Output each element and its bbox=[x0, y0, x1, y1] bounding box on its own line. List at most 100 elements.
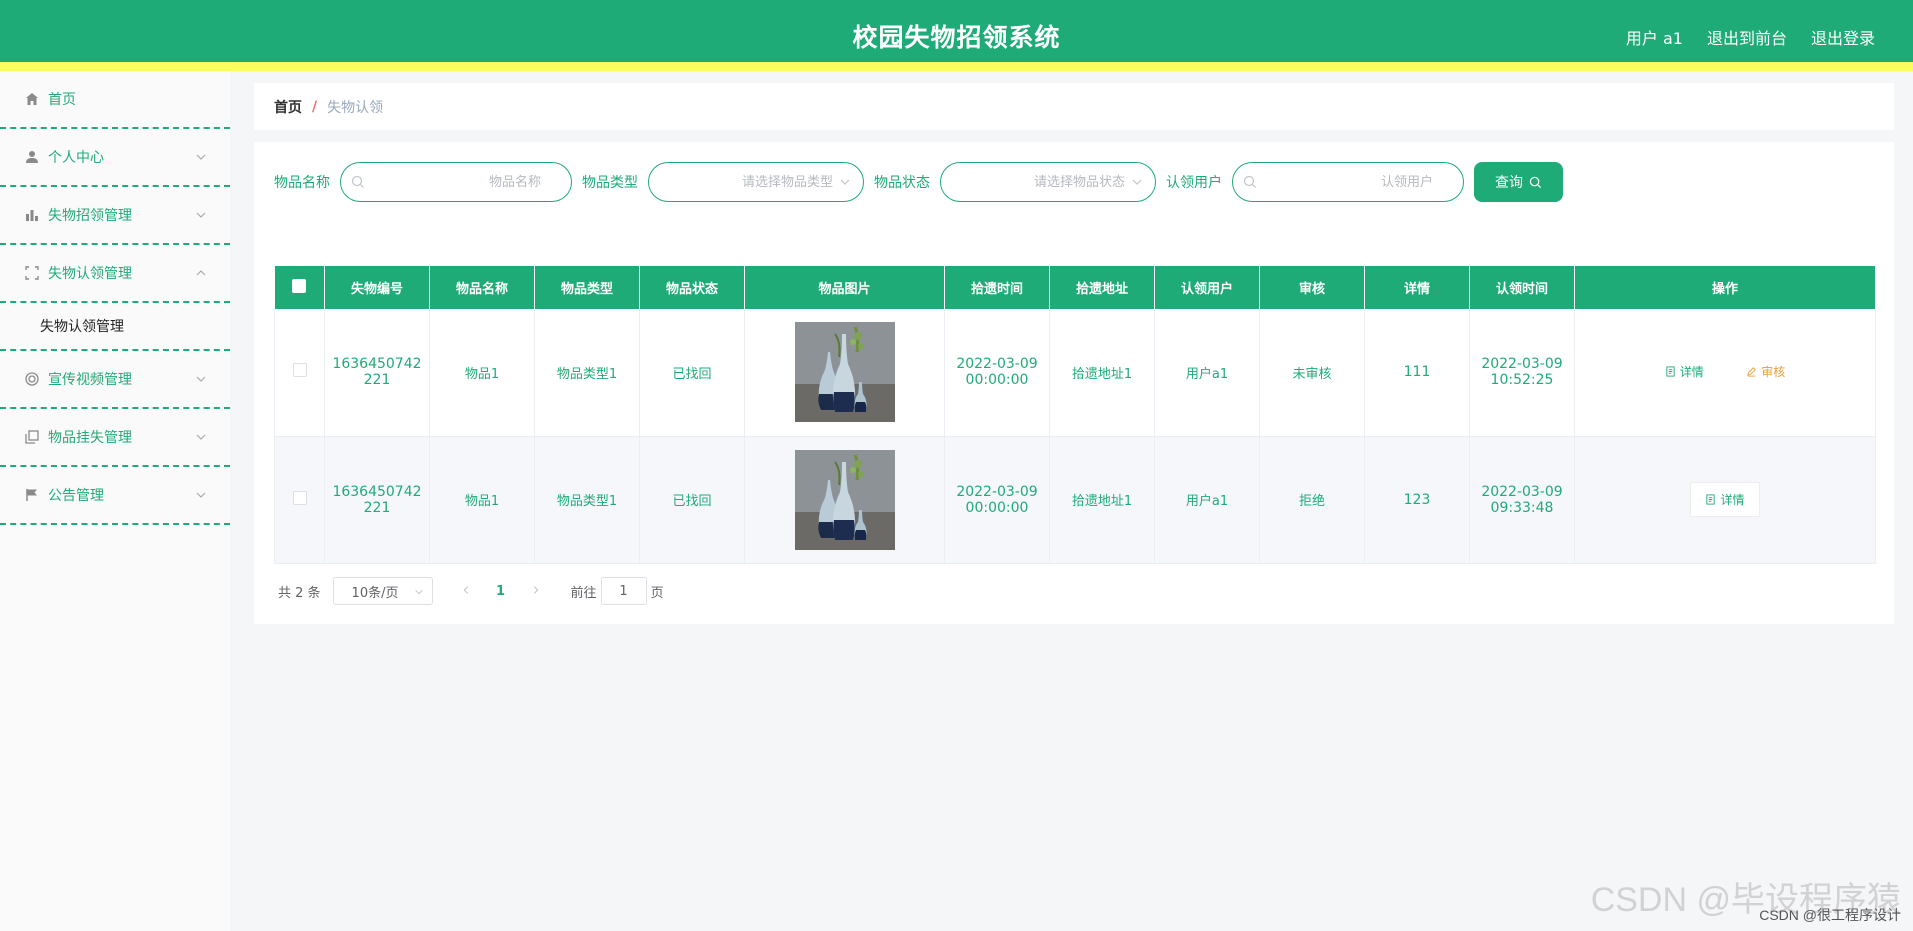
column-header[interactable]: 物品类型 bbox=[534, 266, 640, 309]
pick-date: 2022-03-09 bbox=[956, 356, 1038, 373]
search-icon bbox=[1529, 176, 1542, 188]
column-header[interactable]: 拾遗时间 bbox=[944, 266, 1050, 309]
chevron-down-icon bbox=[196, 434, 206, 440]
detail-cell: 123 bbox=[1364, 436, 1470, 564]
review-cell: 未审核 bbox=[1259, 309, 1365, 437]
claim-date: 2022-03-09 bbox=[1481, 483, 1563, 500]
sidebar-item-label: 公告管理 bbox=[48, 488, 104, 504]
sidebar-item-home[interactable]: 首页 bbox=[0, 71, 230, 129]
image-cell bbox=[744, 309, 945, 437]
page-unit-label: 页 bbox=[650, 585, 664, 601]
user-icon bbox=[24, 149, 40, 165]
column-header[interactable]: 物品图片 bbox=[744, 266, 945, 309]
column-header[interactable]: 认领时间 bbox=[1469, 266, 1575, 309]
page-size-value: 10条/页 bbox=[351, 585, 399, 601]
row-select-cell bbox=[274, 309, 325, 437]
back-to-front-link[interactable]: 退出到前台 bbox=[1707, 25, 1787, 49]
video-icon bbox=[24, 371, 40, 387]
status-cell: 已找回 bbox=[639, 309, 745, 437]
pagination: 共 2 条 10条/页 1 前往 页 bbox=[278, 576, 664, 606]
item-status-label: 物品状态 bbox=[874, 175, 930, 191]
detail-button-label: 详情 bbox=[1679, 365, 1704, 380]
next-page-button[interactable] bbox=[521, 584, 551, 599]
claim-table: 失物编号 物品名称 物品类型 物品状态 物品图片 拾遗时间 拾遗地址 认领用户 … bbox=[274, 266, 1876, 564]
claim-time-cell: 2022-03-09 09:33:48 bbox=[1469, 436, 1575, 564]
sidebar-item-found-manage[interactable]: 失物招领管理 bbox=[0, 187, 230, 245]
item-name-field bbox=[340, 162, 572, 202]
row-checkbox[interactable] bbox=[292, 363, 307, 378]
id-line-1: 1636450742 bbox=[332, 356, 422, 373]
flag-icon bbox=[24, 487, 40, 503]
row-checkbox[interactable] bbox=[292, 490, 307, 505]
detail-button[interactable]: 详情 bbox=[1690, 482, 1760, 517]
id-cell: 1636450742 221 bbox=[324, 436, 430, 564]
item-name-input[interactable] bbox=[341, 163, 571, 201]
id-cell: 1636450742 221 bbox=[324, 309, 430, 437]
item-type-select[interactable] bbox=[648, 162, 864, 202]
sidebar-item-video-manage[interactable]: 宣传视频管理 bbox=[0, 351, 230, 409]
user-name-label[interactable]: 用户 a1 bbox=[1626, 25, 1683, 49]
chevron-up-icon bbox=[196, 270, 206, 276]
address-cell: 拾遗地址1 bbox=[1049, 436, 1155, 564]
prev-page-button[interactable] bbox=[451, 584, 481, 599]
select-all-checkbox[interactable] bbox=[292, 278, 307, 293]
chevron-down-icon bbox=[196, 492, 206, 498]
pick-time: 00:00:00 bbox=[965, 372, 1029, 389]
pick-time-cell: 2022-03-09 00:00:00 bbox=[944, 436, 1050, 564]
column-header[interactable]: 失物编号 bbox=[324, 266, 430, 309]
item-type-input[interactable] bbox=[649, 163, 863, 201]
sidebar-item-label: 个人中心 bbox=[48, 150, 104, 166]
item-name-label: 物品名称 bbox=[274, 175, 330, 191]
column-header[interactable]: 详情 bbox=[1364, 266, 1470, 309]
sidebar-item-personal[interactable]: 个人中心 bbox=[0, 129, 230, 187]
search-icon bbox=[351, 175, 364, 188]
pick-date: 2022-03-09 bbox=[956, 483, 1038, 500]
claim-time: 10:52:25 bbox=[1490, 372, 1554, 389]
status-cell: 已找回 bbox=[639, 436, 745, 564]
column-header[interactable]: 审核 bbox=[1259, 266, 1365, 309]
audit-button[interactable]: 审核 bbox=[1746, 363, 1785, 380]
id-line-1: 1636450742 bbox=[332, 483, 422, 500]
sidebar-subitem-label: 失物认领管理 bbox=[40, 319, 124, 335]
page-number[interactable]: 1 bbox=[481, 584, 521, 599]
column-header[interactable]: 操作 bbox=[1574, 266, 1876, 309]
item-status-input[interactable] bbox=[941, 163, 1155, 201]
goto-label: 前往 bbox=[570, 585, 597, 601]
page-size-select[interactable]: 10条/页 bbox=[332, 577, 433, 605]
item-image[interactable] bbox=[794, 322, 895, 423]
chevron-down-icon bbox=[196, 212, 206, 218]
sidebar-item-label: 失物招领管理 bbox=[48, 208, 132, 224]
query-button-label: 查询 bbox=[1495, 175, 1523, 191]
sidebar-subitem-claim-manage[interactable]: 失物认领管理 bbox=[0, 303, 230, 351]
type-cell: 物品类型1 bbox=[534, 309, 640, 437]
query-button[interactable]: 查询 bbox=[1474, 162, 1563, 202]
pick-time-cell: 2022-03-09 00:00:00 bbox=[944, 309, 1050, 437]
logout-link[interactable]: 退出登录 bbox=[1811, 25, 1875, 49]
item-image[interactable] bbox=[794, 449, 895, 550]
claim-user-label: 认领用户 bbox=[1166, 175, 1222, 191]
goto-page-input[interactable] bbox=[600, 577, 647, 605]
detail-button-label: 详情 bbox=[1720, 493, 1745, 507]
breadcrumb-separator: / bbox=[312, 98, 318, 115]
claim-user-input[interactable] bbox=[1233, 163, 1463, 201]
column-header[interactable]: 认领用户 bbox=[1154, 266, 1260, 309]
sidebar-item-label: 失物认领管理 bbox=[48, 266, 132, 282]
chevron-left-icon bbox=[463, 585, 468, 594]
id-line-2: 221 bbox=[363, 499, 391, 516]
chevron-down-icon bbox=[196, 154, 206, 160]
sidebar-item-notice[interactable]: 公告管理 bbox=[0, 467, 230, 525]
column-header[interactable]: 拾遗地址 bbox=[1049, 266, 1155, 309]
claim-date: 2022-03-09 bbox=[1481, 356, 1563, 373]
column-header[interactable]: 物品状态 bbox=[639, 266, 745, 309]
detail-cell: 111 bbox=[1364, 309, 1470, 437]
search-icon bbox=[1243, 175, 1256, 188]
column-header[interactable]: 物品名称 bbox=[429, 266, 535, 309]
breadcrumb-home[interactable]: 首页 bbox=[274, 97, 302, 117]
sidebar-item-loss-report[interactable]: 物品挂失管理 bbox=[0, 409, 230, 467]
address-cell: 拾遗地址1 bbox=[1049, 309, 1155, 437]
sidebar-item-claim-manage[interactable]: 失物认领管理 bbox=[0, 245, 230, 303]
item-status-select[interactable] bbox=[940, 162, 1156, 202]
detail-button[interactable]: 详情 bbox=[1665, 363, 1704, 380]
sidebar-item-label: 首页 bbox=[48, 92, 76, 108]
home-icon bbox=[24, 91, 40, 107]
